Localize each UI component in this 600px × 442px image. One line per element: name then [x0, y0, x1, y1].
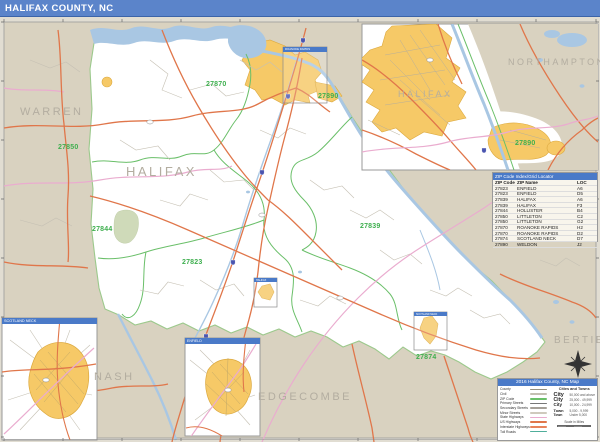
- legend-line-sample: [530, 421, 547, 423]
- inset-enfield: [185, 338, 260, 440]
- legend-feature-row: Toll Roads: [500, 429, 551, 434]
- legend-features: County Civil ZIP Code Primary Streets: [500, 387, 551, 434]
- halifax-indicator-title: HALIFAX: [254, 278, 277, 282]
- roanoke-indicator-title: ROANOKE RAPIDS: [283, 47, 327, 52]
- title-bar: HALIFAX COUNTY, NC: [0, 0, 600, 17]
- county-label: EDGECOMBE: [258, 391, 352, 403]
- legend-title: 2016 Halifax County, NC Map: [498, 379, 597, 386]
- zip-code-label: 27823: [182, 259, 202, 266]
- county-label: WARREN: [20, 106, 83, 118]
- legend-line-sample: [530, 407, 547, 409]
- county-label: HALIFAX: [126, 164, 197, 179]
- page-title: HALIFAX COUNTY, NC: [0, 3, 114, 14]
- scotland-inset-title: SCOTLAND NECK: [2, 318, 97, 324]
- legend-line-sample: [530, 417, 547, 419]
- map-page: { "colors": { "titlebar": "#5b84ca", "ti…: [0, 0, 600, 442]
- zip-code-index-table: ZIP Code Index/Grid Locator ZIP Code ZIP…: [492, 172, 598, 242]
- zip-table-title: ZIP Code Index/Grid Locator: [493, 173, 597, 180]
- county-label: HALIFAX: [398, 89, 453, 99]
- inset-roanoke-rapids: [358, 24, 598, 170]
- scotland-indicator-title: SCOTLAND NECK: [414, 312, 447, 316]
- zip-code-label: 27890: [515, 140, 535, 147]
- zip-table-body: 27823 ENFIELD A6 27823 ENFIELD D5 27839 …: [493, 186, 597, 248]
- table-row: 27890 WELDON J2: [493, 242, 597, 248]
- county-label: NORTHAMPTON: [508, 57, 600, 67]
- legend-cities: City 50,000 and above City 25,000 - 49,9…: [553, 392, 595, 418]
- legend-line-sample: [530, 431, 547, 433]
- zip-code-label: 27874: [416, 354, 436, 361]
- scale-bar-graphic: [557, 425, 591, 428]
- scale-bar: Scale in Miles: [553, 420, 595, 428]
- legend-line-sample: [530, 398, 547, 400]
- county-label: BERTIE: [554, 335, 600, 346]
- legend-line-sample: [530, 393, 547, 395]
- county-label: NASH: [94, 371, 135, 383]
- zip-code-label: 27890: [318, 93, 338, 100]
- zip-code-label: 27870: [206, 81, 226, 88]
- zip-code-label: 27839: [360, 223, 380, 230]
- legend-city-row: Town Under 5,000: [553, 413, 595, 418]
- zip-code-label: 27844: [92, 226, 112, 233]
- enfield-inset-title: ENFIELD: [185, 338, 260, 344]
- legend-line-sample: [530, 412, 547, 414]
- inset-scotland-neck: [2, 318, 97, 440]
- legend-line-sample: [530, 426, 547, 428]
- legend-line-sample: [530, 403, 547, 405]
- legend-line-sample: [530, 389, 547, 391]
- map-legend: 2016 Halifax County, NC Map County Civil…: [497, 378, 598, 441]
- zip-code-label: 27850: [58, 144, 78, 151]
